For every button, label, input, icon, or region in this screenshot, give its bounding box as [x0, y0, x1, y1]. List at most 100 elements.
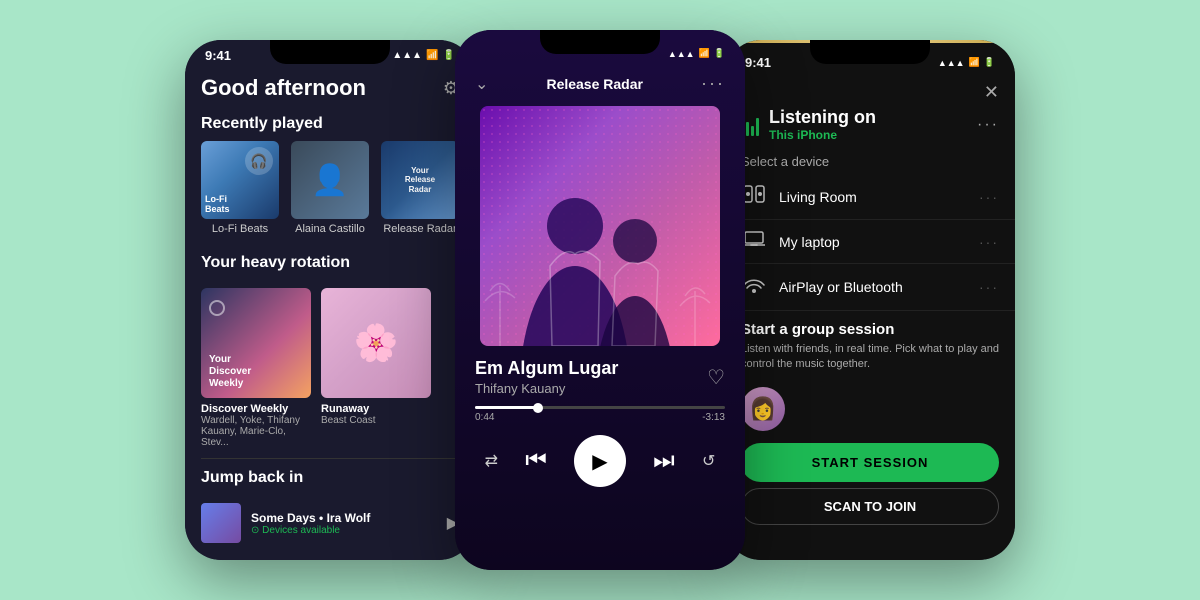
status-icons-center: ▲▲▲ 📶 🔋	[668, 48, 725, 59]
jb-title: Some Days • Ira Wolf	[251, 511, 437, 525]
group-session-title: Start a group session	[741, 321, 999, 338]
home-greeting: Good afternoon	[201, 75, 366, 101]
rp-cover-alaina: 👤	[291, 141, 369, 219]
jb-cover	[201, 503, 241, 543]
heart-icon[interactable]: ♡	[707, 365, 725, 390]
time-total: -3:13	[702, 412, 725, 423]
bar2	[746, 122, 749, 136]
divider	[201, 458, 459, 459]
phone-center: ▲▲▲ 📶 🔋 ⌄ Release Radar ···	[455, 30, 745, 570]
time-right: 9:41	[745, 55, 771, 70]
avatar: 👩	[741, 387, 785, 431]
progress-dot	[533, 403, 543, 413]
bar4	[756, 118, 759, 136]
center-top-bar: ⌄ Release Radar ···	[455, 63, 745, 102]
rp-item-alaina[interactable]: 👤 Alaina Castillo	[291, 141, 369, 236]
battery-icon-r: 🔋	[984, 57, 995, 68]
play-button[interactable]: ▶	[574, 435, 626, 487]
device-item-airplay[interactable]: AirPlay or Bluetooth ···	[725, 264, 1015, 311]
jb-sub: ⊙ Devices available	[251, 525, 437, 536]
album-art	[480, 106, 720, 346]
hr-label-runaway: Runaway	[321, 403, 431, 415]
rp-cover-radar: YourReleaseRadar	[381, 141, 459, 219]
shuffle-icon[interactable]: ⇄	[485, 451, 498, 471]
listening-sub: This iPhone	[769, 128, 876, 142]
select-device-label: Select a device	[725, 150, 1015, 175]
track-text: Em Algum Lugar Thifany Kauany	[475, 358, 618, 396]
time-current: 0:44	[475, 412, 494, 423]
hr-sublabel-runaway: Beast Coast	[321, 415, 431, 426]
status-icons-right: ▲▲▲ 📶 🔋	[938, 57, 995, 68]
rp-cover-lofi: 🎧 Lo-FiBeats	[201, 141, 279, 219]
listening-more-icon[interactable]: ···	[977, 116, 999, 134]
device-more-laptop[interactable]: ···	[979, 234, 999, 250]
time-left: 9:41	[205, 48, 231, 63]
listening-text: Listening on This iPhone	[769, 107, 876, 142]
hr-item-runaway[interactable]: 🌸 Runaway Beast Coast	[321, 288, 431, 448]
device-name-living-room: Living Room	[779, 189, 967, 205]
avatar-row: 👩	[725, 379, 1015, 439]
device-name-laptop: My laptop	[779, 234, 967, 250]
track-info: Em Algum Lugar Thifany Kauany ♡	[455, 358, 745, 396]
prev-track-icon[interactable]: ⏮	[525, 447, 547, 475]
wifi-icon-r: 📶	[969, 57, 980, 68]
phone-left: 9:41 ▲▲▲ 📶 🔋 Good afternoon ⚙ Recently p…	[185, 40, 475, 560]
status-icons-left: ▲▲▲ 📶 🔋	[392, 50, 455, 61]
rp-label-alaina: Alaina Castillo	[295, 223, 365, 236]
signal-icon: ▲▲▲	[392, 50, 422, 61]
battery-icon-c: 🔋	[714, 48, 725, 59]
hr-sublabel-dw: Wardell, Yoke, Thifany Kauany, Marie-Clo…	[201, 415, 311, 448]
next-track-icon[interactable]: ⏭	[653, 447, 675, 475]
recently-played-title: Recently played	[185, 109, 475, 141]
center-screen: ▲▲▲ 📶 🔋 ⌄ Release Radar ···	[455, 30, 745, 570]
device-more-airplay[interactable]: ···	[979, 279, 999, 295]
left-screen: 9:41 ▲▲▲ 📶 🔋 Good afternoon ⚙ Recently p…	[185, 40, 475, 560]
jump-back-title: Jump back in	[185, 463, 475, 495]
phone-right: 9:41 ▲▲▲ 📶 🔋 ✕ Listening on	[725, 40, 1015, 560]
heavy-rotation-title: Your heavy rotation	[185, 248, 475, 280]
progress-fill	[475, 406, 538, 409]
rp-item-lofi[interactable]: 🎧 Lo-FiBeats Lo-Fi Beats	[201, 141, 279, 236]
group-session-desc: Listen with friends, in real time. Pick …	[741, 342, 999, 373]
hr-cover-dw: YourDiscoverWeekly	[201, 288, 311, 398]
bar3	[751, 126, 754, 136]
group-session: Start a group session Listen with friend…	[725, 311, 1015, 379]
track-title: Em Algum Lugar	[475, 358, 618, 379]
notch-center	[540, 30, 660, 54]
jb-item[interactable]: Some Days • Ira Wolf ⊙ Devices available…	[185, 495, 475, 551]
right-screen: 9:41 ▲▲▲ 📶 🔋 ✕ Listening on	[725, 40, 1015, 560]
scan-to-join-button[interactable]: SCAN TO JOIN	[741, 488, 999, 525]
recently-played-row: 🎧 Lo-FiBeats Lo-Fi Beats 👤 Alaina Castil…	[185, 141, 475, 248]
disc-icon	[209, 300, 225, 316]
hr-cover-runaway: 🌸	[321, 288, 431, 398]
playlist-name: Release Radar	[546, 76, 643, 92]
progress-times: 0:44 -3:13	[475, 412, 725, 423]
hr-label-dw: Discover Weekly	[201, 403, 311, 415]
notch-left	[270, 40, 390, 64]
wifi-icon: 📶	[426, 50, 438, 61]
close-icon[interactable]: ✕	[984, 82, 999, 103]
progress-bar-wrap: 0:44 -3:13	[455, 396, 745, 427]
device-name-airplay: AirPlay or Bluetooth	[779, 279, 967, 295]
chevron-down-icon[interactable]: ⌄	[475, 74, 488, 94]
wifi-icon-c: 📶	[699, 48, 710, 59]
device-more-living-room[interactable]: ···	[979, 189, 999, 205]
right-header: ✕	[725, 74, 1015, 103]
heavy-rotation-row: YourDiscoverWeekly Discover Weekly Warde…	[185, 280, 475, 458]
track-artist: Thifany Kauany	[475, 381, 618, 396]
start-session-button[interactable]: START SESSION	[741, 443, 999, 482]
device-item-laptop[interactable]: My laptop ···	[725, 220, 1015, 264]
rp-item-radar[interactable]: YourReleaseRadar Release Radar	[381, 141, 459, 236]
phones-container: 9:41 ▲▲▲ 📶 🔋 Good afternoon ⚙ Recently p…	[0, 0, 1200, 600]
progress-bar[interactable]	[475, 406, 725, 409]
left-header: Good afternoon ⚙	[185, 67, 475, 109]
hr-item-dw[interactable]: YourDiscoverWeekly Discover Weekly Warde…	[201, 288, 311, 448]
signal-icon-r: ▲▲▲	[938, 58, 965, 68]
rp-label-lofi: Lo-Fi Beats	[212, 223, 268, 236]
device-item-living-room[interactable]: Living Room ···	[725, 175, 1015, 220]
repeat-icon[interactable]: ↺	[702, 451, 715, 471]
battery-icon: 🔋	[443, 50, 455, 61]
more-options-icon[interactable]: ···	[701, 73, 725, 94]
listening-on: Listening on This iPhone ···	[725, 103, 1015, 150]
jb-info: Some Days • Ira Wolf ⊙ Devices available	[251, 511, 437, 536]
